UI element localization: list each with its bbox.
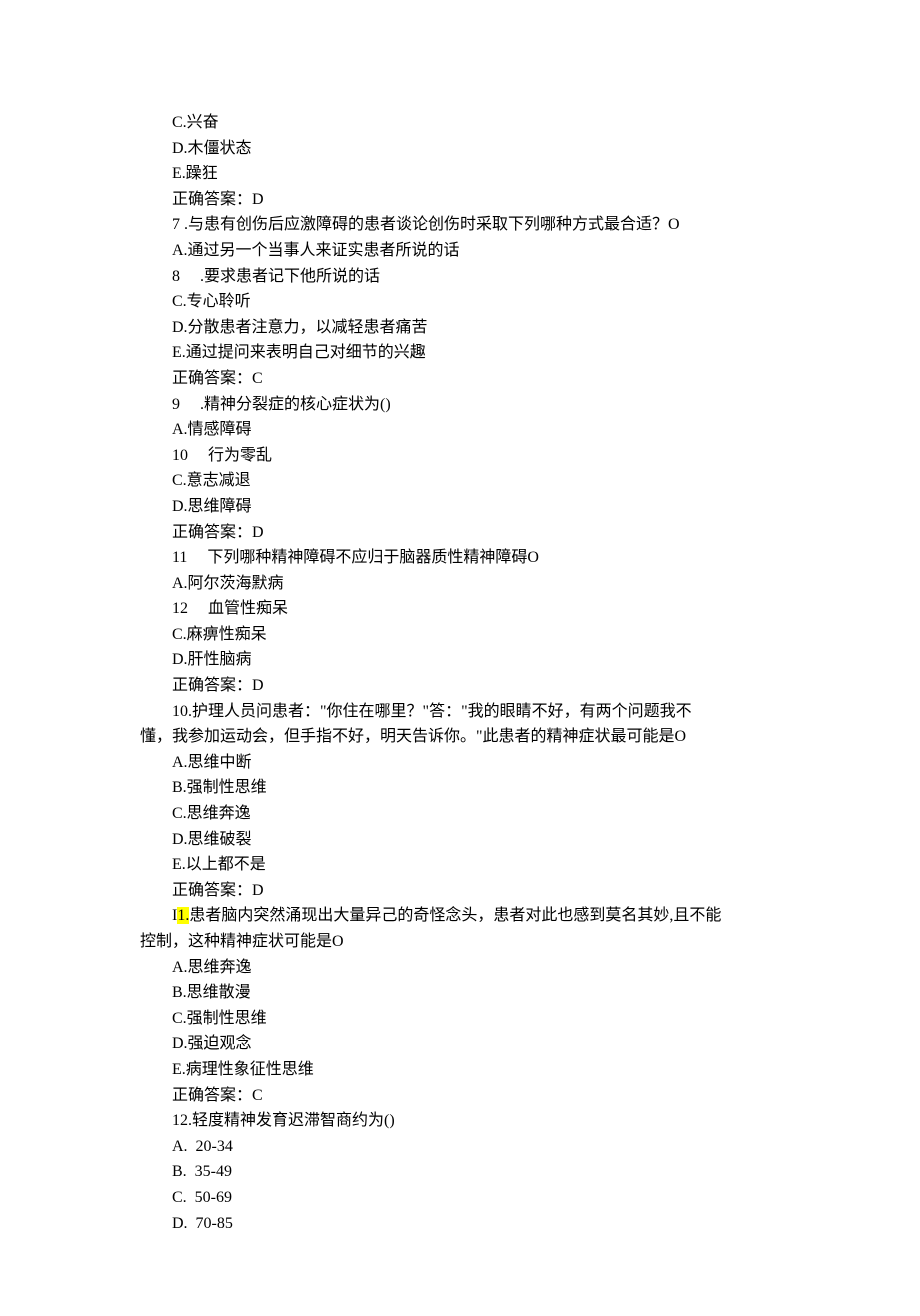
text-line: D. 70-85	[140, 1211, 780, 1237]
text-line: C.麻痹性痴呆	[140, 622, 780, 648]
text-line: 正确答案：D	[140, 520, 780, 546]
text-line: 正确答案：D	[140, 673, 780, 699]
text-line: C.思维奔逸	[140, 801, 780, 827]
text-line: E.以上都不是	[140, 852, 780, 878]
text-line: B.思维散漫	[140, 980, 780, 1006]
text-line: I1.患者脑内突然涌现出大量异己的奇怪念头，患者对此也感到莫名其妙,且不能	[140, 903, 780, 929]
text-line: A.阿尔茨海默病	[140, 571, 780, 597]
text-line: B. 35-49	[140, 1159, 780, 1185]
document-content: C.兴奋D.木僵状态E.躁狂正确答案：D7 .与患有创伤后应激障碍的患者谈论创伤…	[140, 110, 780, 1236]
text-line: C.强制性思维	[140, 1006, 780, 1032]
text-fragment: 患者脑内突然涌现出大量异己的奇怪念头，患者对此也感到莫名其妙,且不能	[189, 907, 721, 924]
text-line: A.情感障碍	[140, 417, 780, 443]
text-line: 懂，我参加运动会，但手指不好，明天告诉你。"此患者的精神症状最可能是O	[140, 724, 780, 750]
text-line: 10 行为零乱	[140, 443, 780, 469]
text-line: D.分散患者注意力，以减轻患者痛苦	[140, 315, 780, 341]
text-line: C.意志减退	[140, 468, 780, 494]
text-line: 7 .与患有创伤后应激障碍的患者谈论创伤时采取下列哪种方式最合适？O	[140, 212, 780, 238]
text-line: E.通过提问来表明自己对细节的兴趣	[140, 340, 780, 366]
text-line: C.专心聆听	[140, 289, 780, 315]
text-line: E.躁狂	[140, 161, 780, 187]
text-line: 12.轻度精神发育迟滞智商约为()	[140, 1108, 780, 1134]
text-line: D.强迫观念	[140, 1031, 780, 1057]
text-line: D.肝性脑病	[140, 647, 780, 673]
text-line: A.思维中断	[140, 750, 780, 776]
text-line: D.思维障碍	[140, 494, 780, 520]
text-line: A.通过另一个当事人来证实患者所说的话	[140, 238, 780, 264]
text-line: 正确答案：D	[140, 187, 780, 213]
text-line: 控制，这种精神症状可能是O	[140, 929, 780, 955]
text-line: 12 血管性痴呆	[140, 596, 780, 622]
text-line: 8 .要求患者记下他所说的话	[140, 264, 780, 290]
text-line: 正确答案：D	[140, 878, 780, 904]
text-line: A. 20-34	[140, 1134, 780, 1160]
text-line: B.强制性思维	[140, 775, 780, 801]
text-line: 10.护理人员问患者："你住在哪里？"答："我的眼睛不好，有两个问题我不	[140, 699, 780, 725]
text-line: A.思维奔逸	[140, 955, 780, 981]
text-line: C.兴奋	[140, 110, 780, 136]
text-line: D.思维破裂	[140, 827, 780, 853]
text-line: 正确答案：C	[140, 1083, 780, 1109]
text-line: E.病理性象征性思维	[140, 1057, 780, 1083]
document-page: C.兴奋D.木僵状态E.躁狂正确答案：D7 .与患有创伤后应激障碍的患者谈论创伤…	[0, 0, 920, 1316]
text-line: C. 50-69	[140, 1185, 780, 1211]
text-line: 正确答案：C	[140, 366, 780, 392]
highlighted-text: 1.	[177, 907, 189, 924]
text-line: 11 下列哪种精神障碍不应归于脑器质性精神障碍O	[140, 545, 780, 571]
text-line: 9 .精神分裂症的核心症状为()	[140, 392, 780, 418]
text-line: D.木僵状态	[140, 136, 780, 162]
